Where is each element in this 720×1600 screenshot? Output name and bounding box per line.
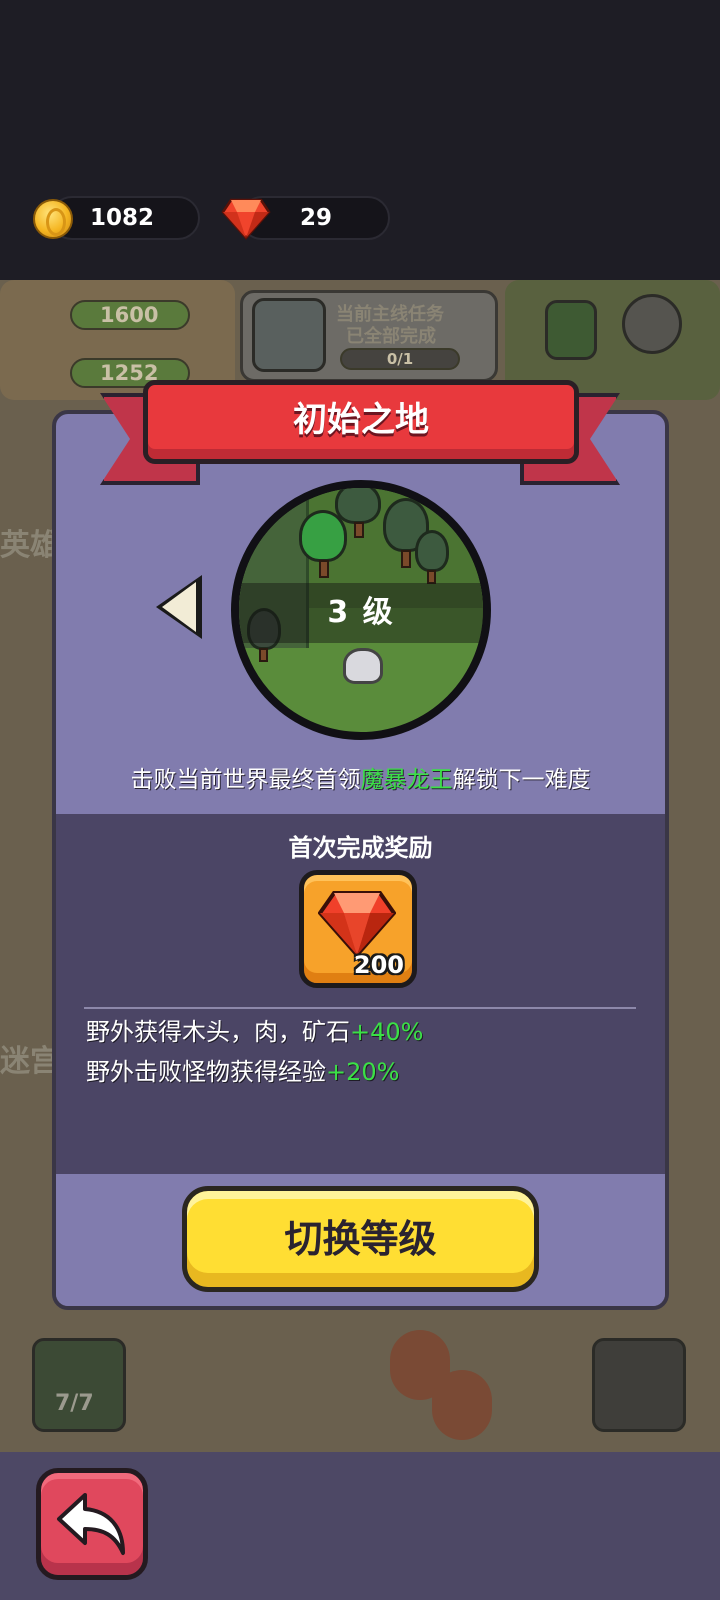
- back-arrow-icon: [57, 1493, 125, 1555]
- level-label: 3 级: [327, 595, 395, 630]
- bg-quest-icon: [252, 298, 326, 372]
- unlock-suffix: 解锁下一难度: [452, 767, 591, 793]
- top-resource-bar: 1082 29: [0, 0, 720, 280]
- modal-title: 初始之地: [293, 400, 429, 440]
- bonus-line-1: 野外获得木头，肉，矿石+40%: [86, 1014, 423, 1050]
- bonus-2-text: 野外击败怪物获得经验: [86, 1058, 326, 1086]
- reward-count: 200: [353, 951, 404, 979]
- bg-settings-icon: [622, 294, 682, 354]
- reward-section: [56, 814, 665, 1174]
- bonus-1-text: 野外获得木头，肉，矿石: [86, 1018, 350, 1046]
- title-ribbon: 初始之地: [143, 380, 579, 464]
- gem-value: 29: [300, 205, 333, 231]
- gem-icon: [221, 198, 271, 240]
- prev-level-arrow-icon[interactable]: [162, 582, 196, 632]
- boss-name: 魔暴龙王: [360, 767, 453, 793]
- bg-meat-counter: 1600: [70, 300, 190, 330]
- divider: [84, 1007, 636, 1009]
- switch-level-button[interactable]: 切换等级: [182, 1186, 539, 1292]
- bonus-line-2: 野外击败怪物获得经验+20%: [86, 1054, 399, 1090]
- back-button[interactable]: [36, 1468, 148, 1580]
- reward-gem-item[interactable]: 200: [299, 870, 417, 988]
- bg-hero-label: 英雄: [0, 528, 60, 563]
- bg-slot-shovel: [592, 1338, 686, 1432]
- bg-slot-count: 7/7: [55, 1391, 94, 1416]
- bg-book-icon: [545, 300, 597, 360]
- level-map-preview: 3 级: [231, 480, 491, 740]
- bg-slot-monsters: 7/7: [32, 1338, 126, 1432]
- bonus-1-pct: +40%: [350, 1018, 424, 1046]
- gem-icon: [318, 891, 396, 957]
- reward-title: 首次完成奖励: [288, 834, 433, 862]
- coin-value: 1082: [90, 205, 155, 231]
- unlock-hint: 击败当前世界最终首领魔暴龙王解锁下一难度: [52, 760, 669, 800]
- bg-pot-2: [432, 1370, 492, 1440]
- bg-quest-progress: 0/1: [340, 348, 460, 370]
- ore-rock-icon: [343, 648, 383, 684]
- bg-maze-label: 迷宫: [0, 1044, 60, 1079]
- unlock-prefix: 击败当前世界最终首领: [130, 767, 361, 793]
- bonus-2-pct: +20%: [326, 1058, 400, 1086]
- bg-quest-text-2: 已全部完成: [346, 326, 436, 347]
- coin-icon: [33, 199, 73, 239]
